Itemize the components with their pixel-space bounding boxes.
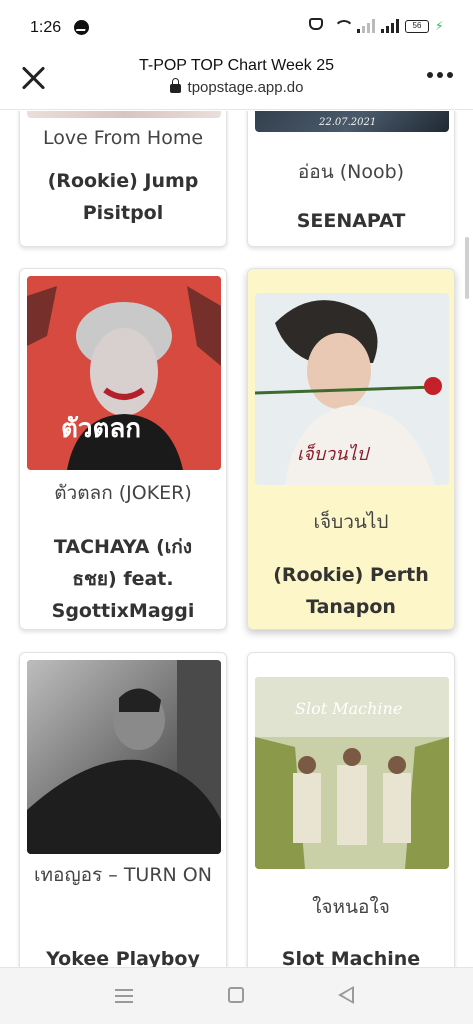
song-title: ใจหนอใจ (312, 896, 390, 918)
album-cover: 22.07.2021 (255, 111, 449, 132)
artist-name: Slot Machine (281, 948, 421, 967)
browser-header: T-POP TOP Chart Week 25 tpopstage.app.do (0, 50, 473, 110)
artist-name: TACHAYA (เก่ง ธชย) feat. SgottixMaggi (51, 536, 195, 622)
battery-icon: 56 (405, 19, 429, 33)
charging-icon: ⚡ (435, 19, 444, 33)
artist-name: Yokee Playboy (46, 948, 200, 967)
status-time: 1:26 (30, 19, 62, 36)
domain-row: tpopstage.app.do (0, 78, 473, 96)
album-cover: ตัวตลก (27, 276, 221, 470)
chart-card-highlighted[interactable]: เจ็บวนไป เจ็บวนไป (Rookie) Perth Tanapon (247, 268, 455, 630)
cover-title: เจ็บวนไป (297, 444, 369, 465)
album-cover: Slot Machine (255, 677, 449, 869)
cover-title: Slot Machine (295, 699, 403, 718)
album-cover (27, 111, 221, 118)
system-nav-bar (0, 967, 473, 1024)
cover-date: 22.07.2021 (319, 117, 377, 128)
yokee-artwork (27, 660, 221, 854)
status-icons: 56 ⚡ (309, 18, 443, 34)
lock-icon (169, 78, 181, 93)
artist-name: (Rookie) Jump Pisitpol (47, 170, 199, 224)
signal-icon-sim1 (357, 19, 375, 33)
recent-apps-icon[interactable] (115, 989, 133, 1003)
mute-icon (309, 18, 327, 34)
song-title: ตัวตลก (JOKER) (54, 482, 192, 504)
song-title: อ่อน (Noob) (297, 161, 405, 183)
chart-card[interactable]: เทอญอร – TURN ON Yokee Playboy (19, 652, 227, 967)
album-cover: เจ็บวนไป (255, 293, 449, 485)
cover-title: ตัวตลก (61, 414, 142, 444)
status-bar: 1:26 56 ⚡ (0, 0, 473, 50)
back-icon[interactable] (338, 986, 354, 1004)
home-icon[interactable] (228, 987, 244, 1003)
scrollbar-thumb[interactable] (465, 237, 469, 299)
chart-grid: Love From Home (Rookie) Jump Pisitpol 22… (0, 111, 473, 967)
page-title: T-POP TOP Chart Week 25 (138, 57, 335, 74)
album-cover (27, 660, 221, 854)
more-options-icon[interactable] (427, 72, 453, 78)
song-title: เจ็บวนไป (313, 511, 389, 533)
chart-card[interactable]: Slot Machine ใจหนอใจ Slot Machine (247, 652, 455, 967)
chart-card[interactable]: ตัวตลก ตัวตลก (JOKER) TACHAYA (เก่ง ธชย)… (19, 268, 227, 630)
signal-icon-sim2 (381, 19, 399, 33)
chart-card[interactable]: Love From Home (Rookie) Jump Pisitpol (19, 111, 227, 247)
artist-name: (Rookie) Perth Tanapon (273, 564, 429, 618)
song-title: เทอญอร – TURN ON (34, 864, 212, 886)
messenger-icon (74, 20, 89, 35)
artist-name: SEENAPAT (296, 210, 406, 232)
song-title: Love From Home (42, 127, 204, 149)
domain-text: tpopstage.app.do (187, 79, 304, 96)
chart-card[interactable]: 22.07.2021 อ่อน (Noob) SEENAPAT (247, 111, 455, 247)
wifi-icon (333, 18, 354, 34)
